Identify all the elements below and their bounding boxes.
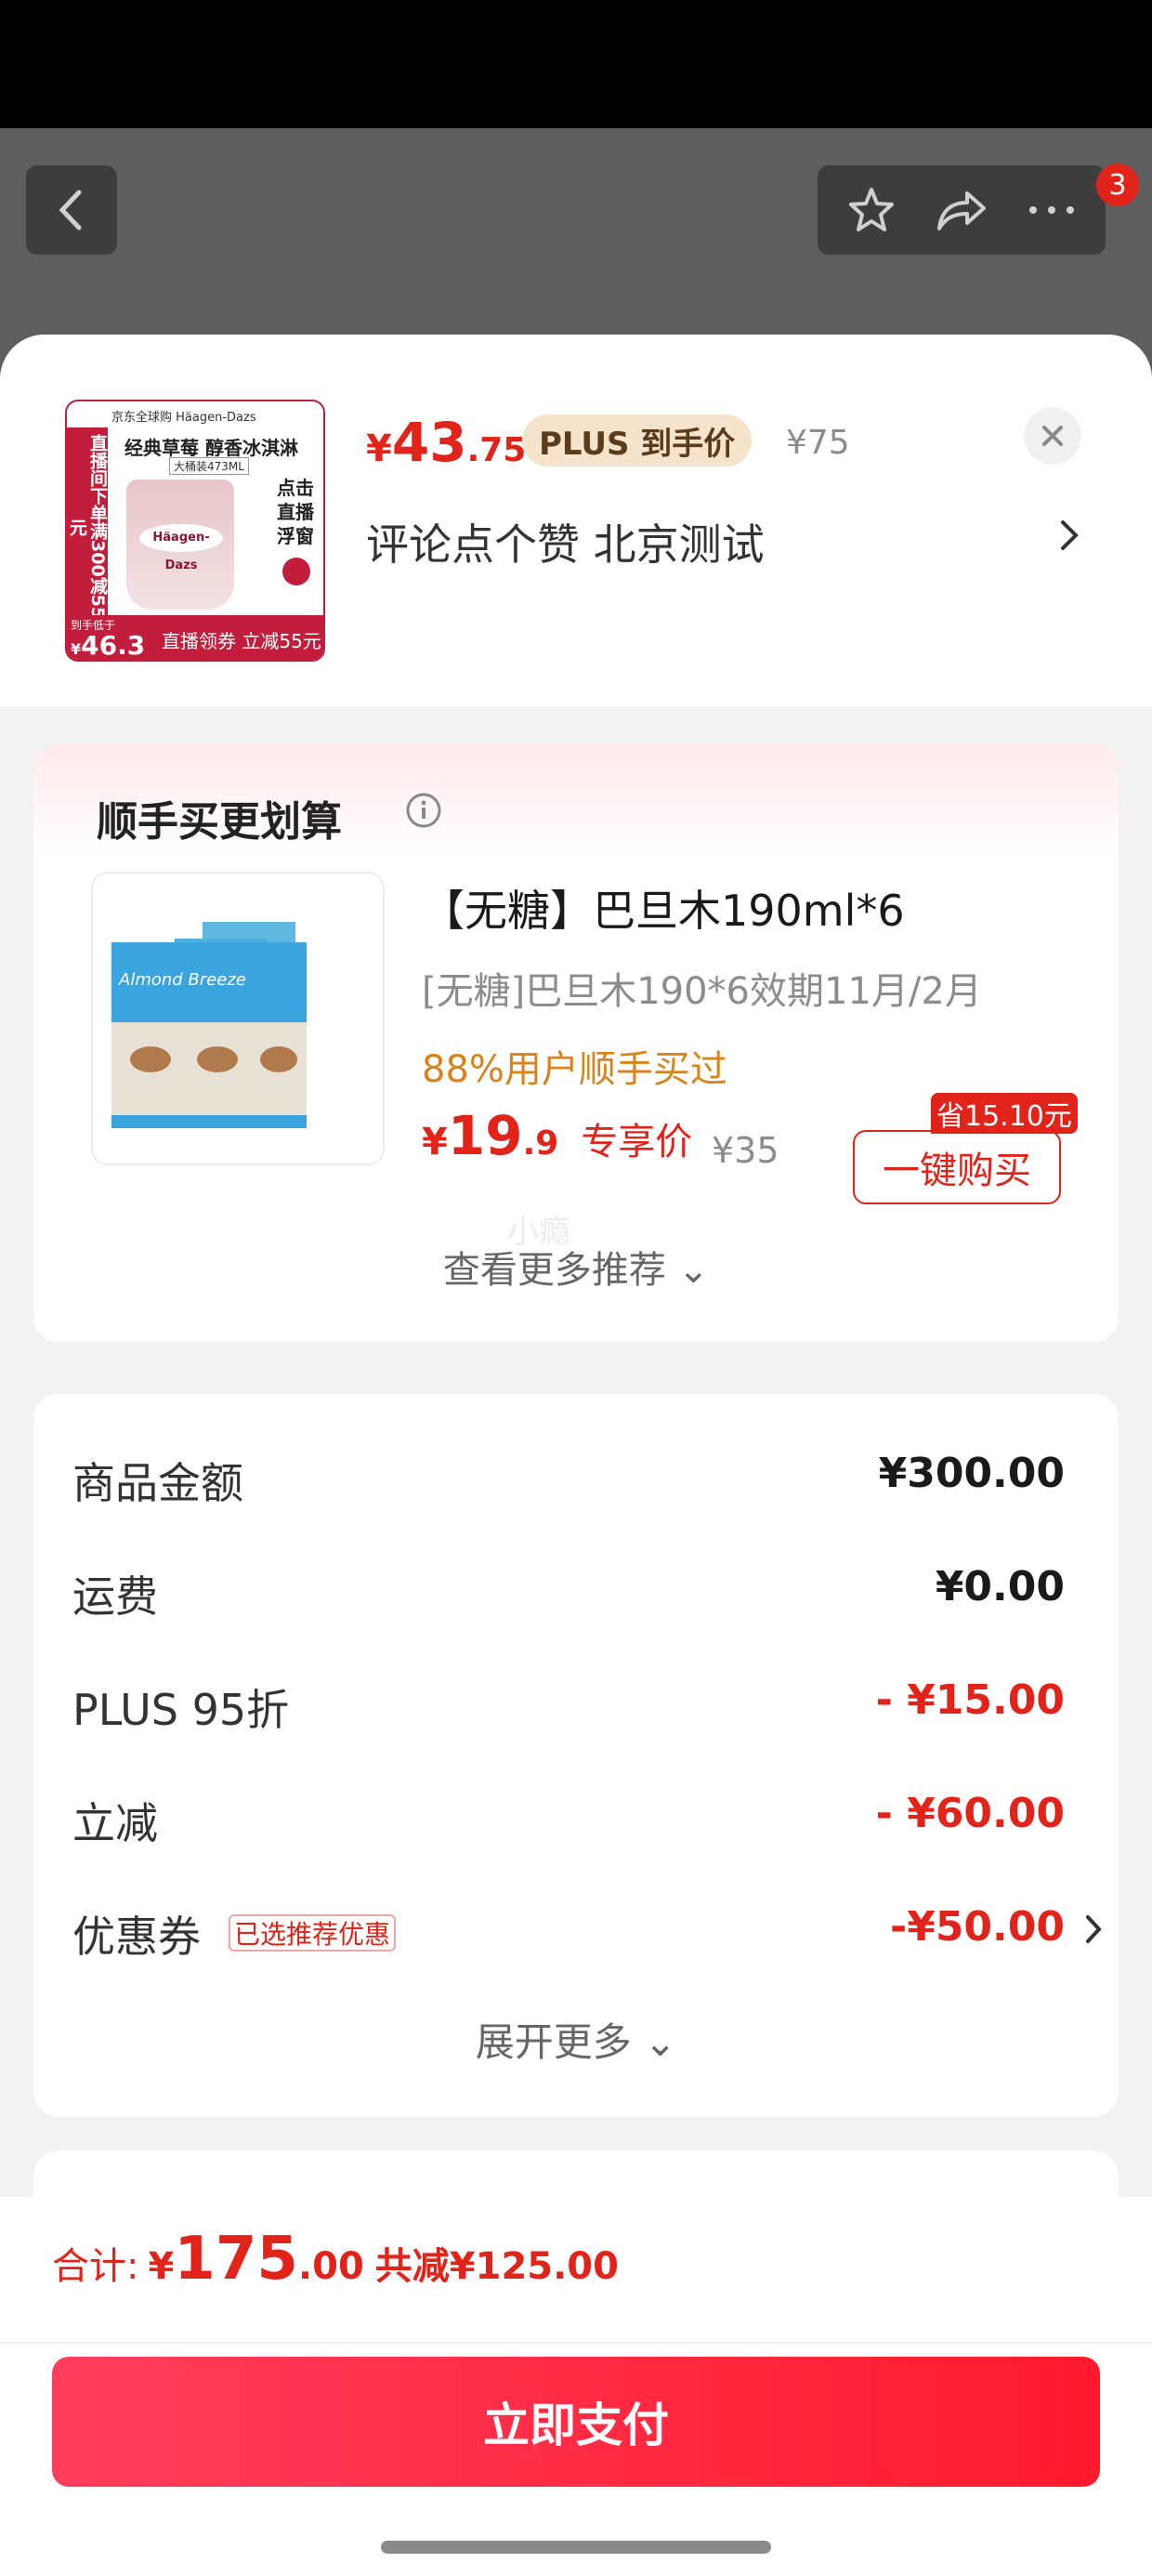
more-button[interactable] (1015, 165, 1089, 255)
fee-row-instant-discount: 立减 - ¥60.00 (72, 1784, 1065, 1849)
thumb-price: ¥46.3 (71, 630, 146, 661)
recommended-product-stat: 88%用户顺手买过 (422, 1048, 727, 1091)
share-button[interactable] (924, 165, 999, 255)
pack-brand-1: Almond Breeze (118, 970, 246, 990)
favorite-button[interactable] (834, 165, 909, 255)
fee-label: 优惠券 (72, 1912, 201, 1962)
fee-summary-card: 商品金额 ¥300.00 运费 ¥0.00 PLUS 95折 - ¥15.00 … (33, 1394, 1119, 2117)
recommended-product-price: ¥ 19 .9 专享价 (422, 1104, 692, 1167)
total-summary: 合计: ¥ 175 .00 共减¥125.00 (52, 2225, 619, 2293)
back-button[interactable] (26, 165, 117, 255)
top-action-group (818, 165, 1106, 255)
expand-more-link[interactable]: 展开更多 ⌄ (33, 2011, 1119, 2068)
one-click-buy-button[interactable]: 一键购买 (853, 1130, 1061, 1204)
recommendation-title: 顺手买更划算 (97, 798, 342, 846)
cart-badge: 3 (1096, 164, 1139, 206)
total-savings: 共减¥125.00 (374, 2245, 619, 2288)
rec-exclusive-label: 专享价 (581, 1121, 693, 1163)
checkout-sheet: 京东全球购 Häagen-Dazs 直播间下单满300减55元 经典草莓 醇香冰… (0, 335, 1152, 2576)
plus-price-tag: PLUS 到手价 (522, 414, 753, 467)
fee-row-subtotal: 商品金额 ¥300.00 (72, 1444, 1065, 1509)
close-button[interactable] (1024, 407, 1081, 465)
thumb-bottom-band: 到手低于 ¥46.3 直播领券 立减55元 (67, 615, 323, 660)
fee-label: 立减 (72, 1798, 158, 1848)
fee-value: -¥50.00 (889, 1903, 1065, 1951)
original-price: ¥75 (786, 424, 850, 462)
fee-value: ¥0.00 (935, 1563, 1065, 1610)
product-spec[interactable]: 评论点个赞 北京测试 (366, 511, 765, 572)
price-integer: 43 (391, 411, 467, 474)
fee-value: - ¥15.00 (875, 1676, 1065, 1724)
chevron-right-icon[interactable] (1083, 1912, 1104, 1946)
thumb-cup-label: Häagen-Dazs (139, 524, 223, 572)
product-price: ¥ 43 .75 (366, 411, 526, 474)
rec-price-integer: 19 (447, 1104, 523, 1167)
footer-divider (0, 2342, 1152, 2344)
status-bar (0, 0, 1152, 128)
share-icon (936, 191, 986, 230)
price-symbol: ¥ (366, 427, 392, 470)
thumb-side-text: 点击直播浮窗 (277, 477, 314, 547)
rec-original-price: ¥35 (712, 1130, 779, 1171)
total-integer: 175 (174, 2225, 298, 2293)
rec-price-symbol: ¥ (422, 1121, 448, 1163)
thumb-promo: 直播领券 立减55元 (162, 630, 321, 652)
product-thumbnail[interactable]: 京东全球购 Häagen-Dazs 直播间下单满300减55元 经典草莓 醇香冰… (65, 400, 325, 662)
product-header: 京东全球购 Häagen-Dazs 直播间下单满300减55元 经典草莓 醇香冰… (0, 335, 1152, 706)
fee-row-shipping: 运费 ¥0.00 (72, 1557, 1065, 1623)
thumb-left-band: 直播间下单满300减55元 (67, 427, 108, 621)
fee-value: ¥300.00 (878, 1450, 1065, 1497)
more-icon (1028, 206, 1074, 214)
fee-label: PLUS 95折 (72, 1685, 290, 1735)
more-recommendations-link[interactable]: 查看更多推荐 ⌄ (33, 1240, 1119, 1294)
chevron-right-icon[interactable] (1057, 517, 1081, 554)
thumb-brand: 京东全球购 Häagen-Dazs (111, 411, 256, 425)
star-icon (849, 188, 895, 231)
thumb-price-value: 46.3 (81, 630, 146, 661)
recommendation-card: 顺手买更划算 Almond Breeze 【无糖】巴旦木190ml*6 [无糖]… (33, 743, 1119, 1342)
recommended-product-image[interactable]: Almond Breeze (91, 872, 385, 1165)
coupon-tag: 已选推荐优惠 (229, 1914, 397, 1952)
fee-row-plus-discount: PLUS 95折 - ¥15.00 (72, 1671, 1065, 1736)
checkout-footer: 合计: ¥ 175 .00 共减¥125.00 立即支付 (0, 2197, 1152, 2576)
fee-label: 商品金额 (72, 1458, 243, 1508)
recommended-product-name[interactable]: 【无糖】巴旦木190ml*6 (422, 877, 905, 939)
fee-label: 运费 (72, 1571, 158, 1622)
almond-milk-pack-image: Almond Breeze (111, 922, 307, 1128)
price-decimal: .75 (466, 431, 527, 469)
thumb-price-symbol: ¥ (71, 640, 82, 658)
thumb-title: 经典草莓 醇香冰淇淋 (124, 437, 298, 459)
recommended-product-desc: [无糖]巴旦木190*6效期11月/2月 (422, 970, 982, 1013)
total-symbol: ¥ (148, 2245, 175, 2288)
total-label: 合计: (52, 2245, 139, 2288)
total-decimal: .00 (297, 2245, 364, 2288)
live-float-icon (282, 558, 310, 585)
fee-row-coupon[interactable]: 优惠券 已选推荐优惠 -¥50.00 (72, 1898, 1104, 1963)
home-indicator (381, 2541, 771, 2554)
save-tag: 省15.10元 (931, 1093, 1078, 1134)
pay-now-button[interactable]: 立即支付 (52, 2357, 1100, 2487)
thumb-size: 大桶装473ML (169, 457, 249, 475)
info-icon[interactable] (405, 792, 442, 829)
fee-value: - ¥60.00 (875, 1790, 1065, 1837)
rec-price-decimal: .9 (522, 1124, 559, 1163)
close-icon (1042, 426, 1063, 446)
back-icon (59, 190, 82, 230)
